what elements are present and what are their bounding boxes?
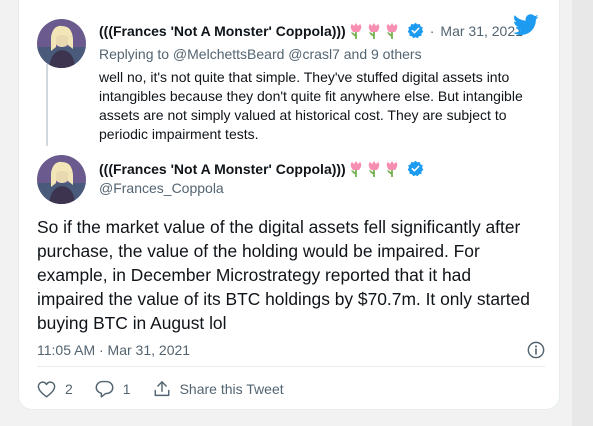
tweet-date-link[interactable]: Mar 31, 2021 bbox=[440, 23, 523, 39]
share-icon bbox=[154, 381, 170, 397]
display-name[interactable]: (((Frances 'Not A Monster' Coppola))) bbox=[99, 161, 346, 177]
share-label: Share this Tweet bbox=[179, 381, 284, 397]
action-divider bbox=[37, 366, 545, 367]
heart-icon bbox=[37, 380, 56, 398]
reply-tweet-header: (((Frances 'Not A Monster' Coppola))) · … bbox=[99, 22, 523, 39]
reply-count: 1 bbox=[122, 381, 131, 397]
tulip-emoji-icons bbox=[349, 160, 403, 177]
reply-tweet-text: well no, it's not quite that simple. The… bbox=[99, 69, 523, 142]
main-tweet-text: So if the market value of the digital as… bbox=[37, 217, 530, 333]
reply-bubble-icon bbox=[95, 380, 114, 398]
info-icon[interactable] bbox=[527, 341, 545, 364]
separator-dot: · bbox=[429, 22, 435, 39]
tweet-timestamp-link[interactable]: 11:05 AM · Mar 31, 2021 bbox=[37, 342, 190, 358]
avatar[interactable] bbox=[37, 155, 86, 204]
share-button[interactable]: Share this Tweet bbox=[153, 380, 284, 398]
verified-badge-icon bbox=[407, 22, 424, 39]
like-button[interactable]: 2 bbox=[37, 380, 73, 398]
user-handle[interactable]: @Frances_Coppola bbox=[99, 180, 224, 196]
browser-scroll-area bbox=[572, 0, 593, 426]
reply-button[interactable]: 1 bbox=[95, 380, 131, 398]
avatar[interactable] bbox=[37, 19, 86, 68]
verified-badge-icon bbox=[407, 160, 424, 177]
tweet-actions-bar: 2 1 Share this Tweet bbox=[37, 380, 306, 398]
twitter-bird-icon[interactable] bbox=[513, 14, 539, 41]
like-count: 2 bbox=[65, 381, 73, 397]
display-name[interactable]: (((Frances 'Not A Monster' Coppola))) bbox=[99, 23, 346, 39]
main-tweet-header: (((Frances 'Not A Monster' Coppola))) bbox=[99, 160, 424, 177]
replying-to-text[interactable]: Replying to @MelchettsBeard @crasl7 and … bbox=[99, 46, 422, 62]
tulip-emoji-icons bbox=[349, 22, 403, 39]
thread-connector-line bbox=[46, 64, 48, 146]
